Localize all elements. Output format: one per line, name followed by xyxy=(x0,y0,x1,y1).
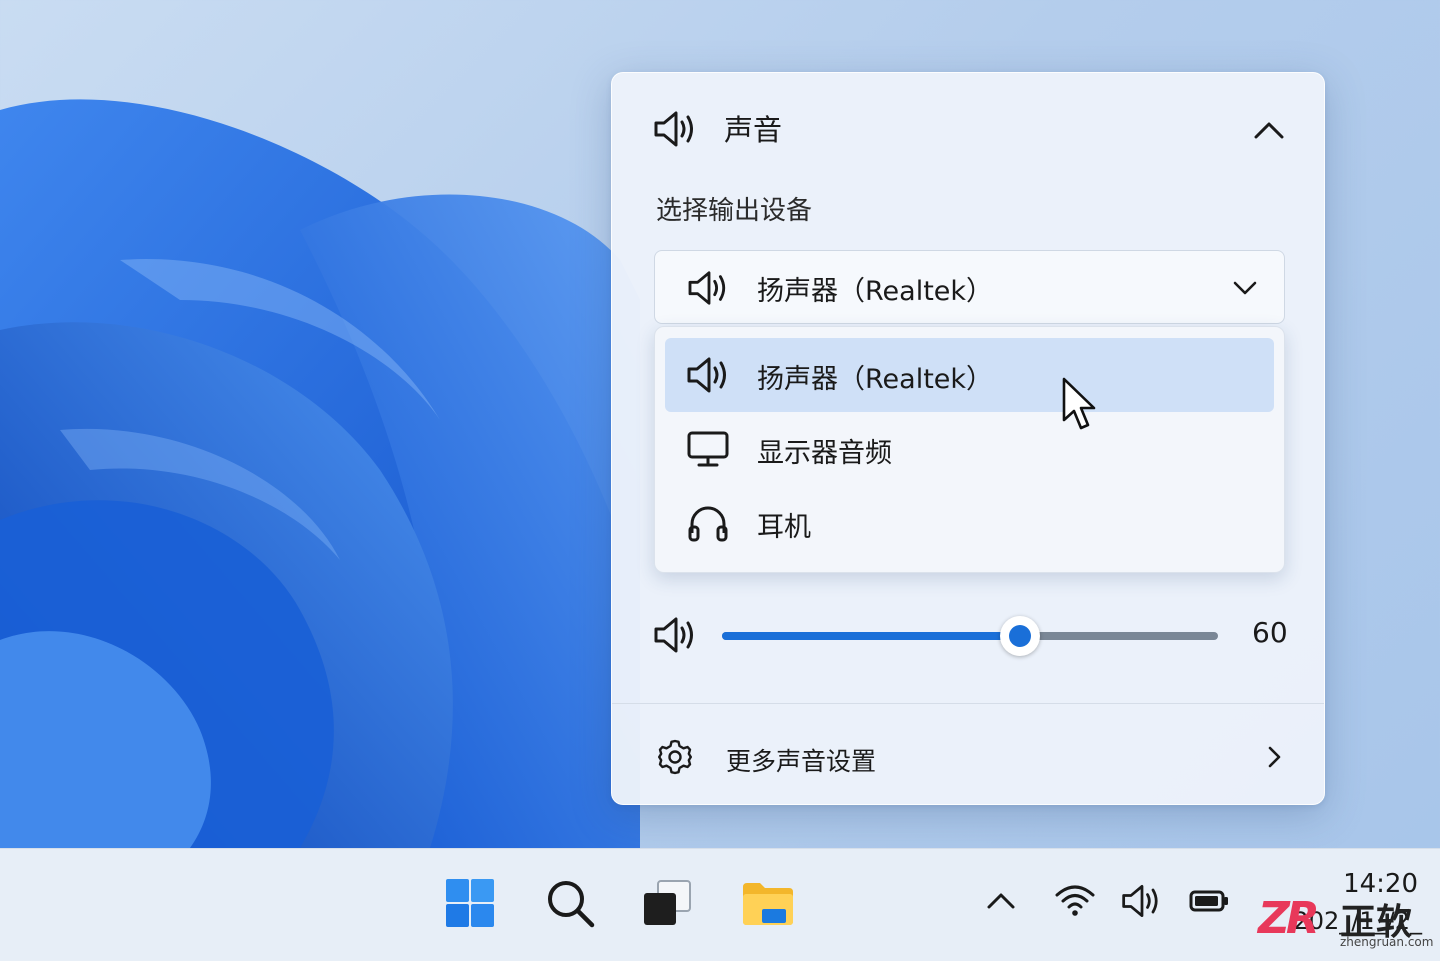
menu-item-speaker[interactable]: 扬声器（Realtek） xyxy=(665,338,1274,412)
slider-fill xyxy=(722,632,1020,640)
menu-item-monitor[interactable]: 显示器音频 xyxy=(665,412,1274,486)
output-device-menu: 扬声器（Realtek） 显示器音频 耳机 xyxy=(654,326,1285,573)
volume-value: 60 xyxy=(1252,616,1288,649)
output-device-label: 选择输出设备 xyxy=(656,196,813,226)
more-sound-settings-button[interactable]: 更多声音设置 xyxy=(612,704,1324,805)
headphones-icon xyxy=(688,506,728,542)
speaker-icon xyxy=(654,111,693,147)
search-icon[interactable] xyxy=(542,875,598,931)
chevron-down-icon xyxy=(1233,281,1257,295)
watermark-brand: ZR xyxy=(1258,893,1320,944)
flyout-title: 声音 xyxy=(724,113,783,147)
speaker-icon[interactable] xyxy=(652,615,700,655)
menu-item-label: 耳机 xyxy=(757,512,811,543)
speaker-icon xyxy=(687,357,726,393)
start-icon[interactable] xyxy=(442,875,498,931)
chevron-up-icon[interactable] xyxy=(984,881,1018,921)
battery-icon[interactable] xyxy=(1188,881,1230,921)
gear-icon xyxy=(658,739,692,775)
speaker-icon xyxy=(688,271,726,305)
volume-row: 60 xyxy=(612,601,1324,671)
mouse-cursor-icon xyxy=(1062,377,1096,430)
collapse-button[interactable] xyxy=(1242,111,1296,149)
output-device-dropdown[interactable]: 扬声器（Realtek） xyxy=(654,250,1285,324)
menu-item-headphones[interactable]: 耳机 xyxy=(665,486,1274,560)
flyout-header: 声音 xyxy=(612,73,1324,183)
chevron-right-icon xyxy=(1268,746,1281,768)
dropdown-selected-value: 扬声器（Realtek） xyxy=(757,276,994,307)
monitor-icon xyxy=(687,431,729,467)
file-explorer-icon[interactable] xyxy=(740,875,796,931)
watermark-logo: ZR 正软 zhengruan.com xyxy=(1252,889,1434,953)
sound-flyout: 声音 选择输出设备 扬声器（Realtek） 扬声器（Realtek） 显示器音… xyxy=(611,72,1325,805)
speaker-icon[interactable] xyxy=(1120,881,1164,921)
task-view-icon[interactable] xyxy=(640,875,696,931)
more-sound-settings-label: 更多声音设置 xyxy=(726,747,877,776)
slider-thumb[interactable] xyxy=(999,616,1040,656)
menu-item-label: 显示器音频 xyxy=(757,438,892,469)
wifi-icon[interactable] xyxy=(1054,881,1096,921)
menu-item-label: 扬声器（Realtek） xyxy=(757,364,994,395)
watermark-url: zhengruan.com xyxy=(1340,935,1434,949)
volume-slider[interactable] xyxy=(722,616,1218,656)
taskbar: 14:20 202_/1_/2_ ZR 正软 zhengruan.com xyxy=(0,848,1440,961)
